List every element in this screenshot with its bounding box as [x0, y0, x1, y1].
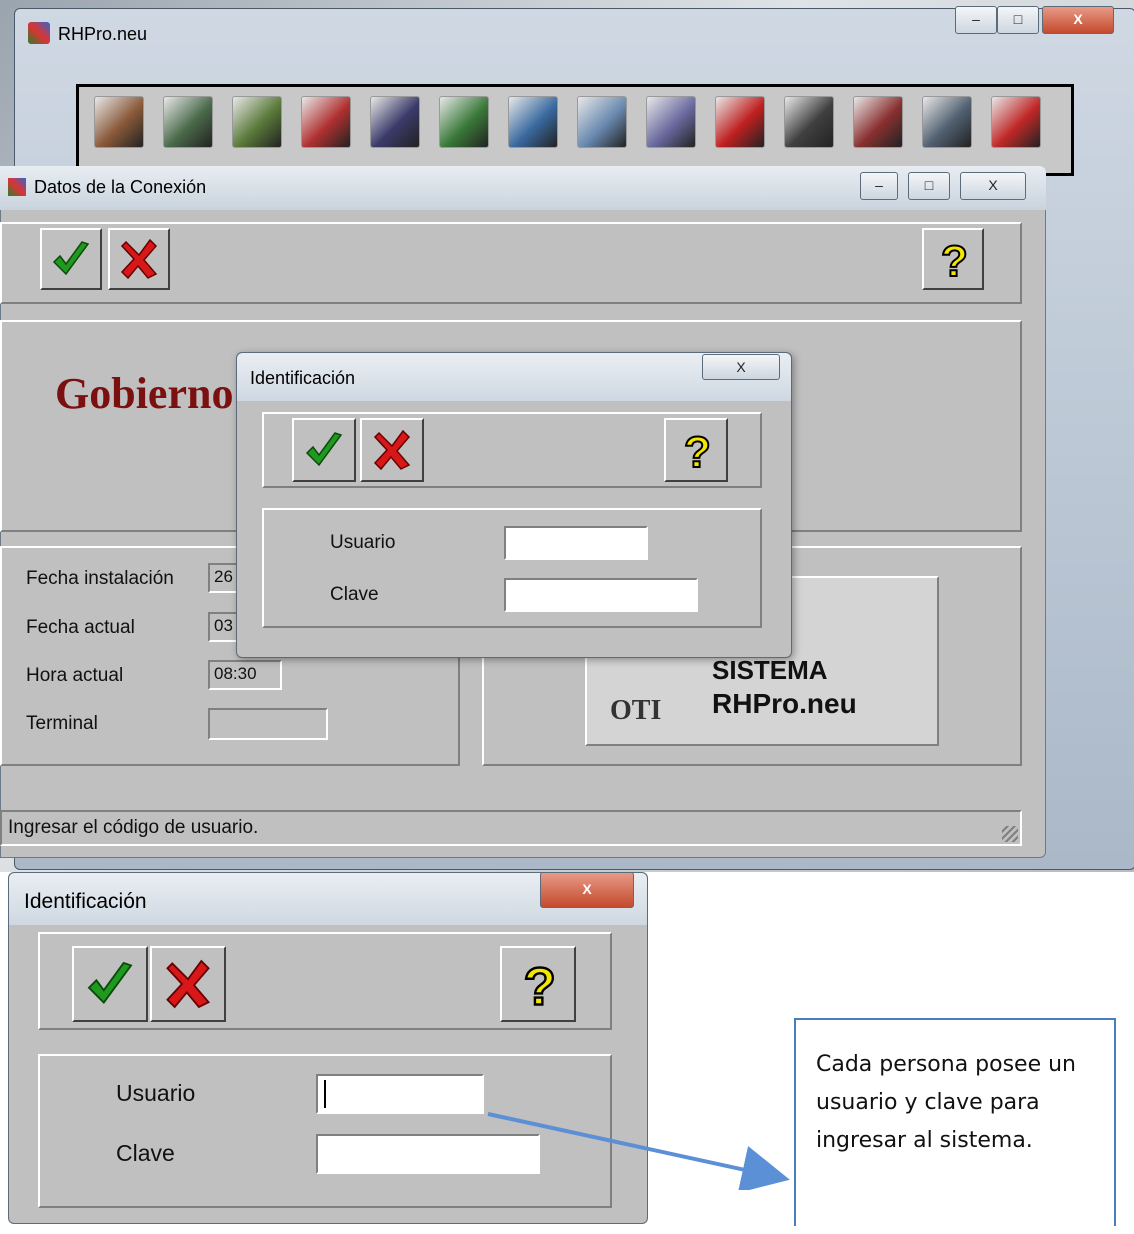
- text-cursor: [324, 1080, 326, 1108]
- maximize-button[interactable]: □: [997, 6, 1039, 34]
- check-icon: [305, 432, 343, 467]
- money-bag-icon[interactable]: [439, 96, 489, 148]
- runner-icon[interactable]: [508, 96, 558, 148]
- check-icon: [52, 241, 90, 276]
- conexion-icon: [8, 178, 26, 196]
- usuario-zoom-label: Usuario: [116, 1080, 196, 1106]
- identificacion-close-button[interactable]: X: [702, 354, 780, 380]
- conexion-title: Datos de la Conexión: [34, 177, 207, 197]
- terminal-label: Terminal: [26, 713, 98, 734]
- minimize-button[interactable]: –: [955, 6, 997, 34]
- identificacion-zoom-close-button[interactable]: X: [540, 872, 634, 908]
- close-button[interactable]: X: [1042, 6, 1114, 34]
- identificacion-accept-button[interactable]: [292, 418, 356, 482]
- certificate-icon[interactable]: [646, 96, 696, 148]
- help-question-icon: ?: [683, 427, 712, 473]
- accept-button[interactable]: [40, 228, 102, 290]
- computer-transfer-icon[interactable]: [922, 96, 972, 148]
- identificacion-help-button[interactable]: ?: [664, 418, 728, 482]
- help-button[interactable]: ?: [922, 228, 984, 290]
- conexion-close-button[interactable]: X: [960, 172, 1026, 200]
- logo-line2: RHPro.neu: [712, 688, 857, 719]
- exit-door-icon[interactable]: [94, 96, 144, 148]
- hora-actual-label: Hora actual: [26, 665, 124, 686]
- help-question-icon: ?: [940, 236, 969, 282]
- calendar-icon[interactable]: [853, 96, 903, 148]
- x-icon: [166, 959, 211, 1009]
- callout-text: Cada persona posee un usuario y clave pa…: [816, 1052, 1077, 1153]
- usuario-label: Usuario: [330, 532, 396, 553]
- identificacion-zoom-title: Identificación: [24, 890, 147, 913]
- cellphone-icon[interactable]: [784, 96, 834, 148]
- svg-text:?: ?: [941, 237, 968, 282]
- help-question-icon: ?: [522, 956, 557, 1013]
- superman-shield-icon[interactable]: [991, 96, 1041, 148]
- usuario-zoom-input[interactable]: [316, 1074, 484, 1114]
- app-icon: [28, 22, 50, 44]
- chart-arrows-icon[interactable]: [715, 96, 765, 148]
- x-icon: [120, 238, 158, 280]
- logo-line1: SISTEMA: [712, 655, 828, 685]
- clave-label: Clave: [330, 584, 379, 605]
- check-icon: [87, 961, 133, 1004]
- logo-org: OTI: [610, 695, 662, 726]
- terminal-field: [208, 708, 328, 740]
- identificacion-zoom-help-button[interactable]: ?: [500, 946, 576, 1022]
- x-icon: [373, 429, 411, 471]
- teacher-icon[interactable]: [370, 96, 420, 148]
- identificacion-title: Identificación: [250, 368, 356, 388]
- clave-input[interactable]: [504, 578, 698, 612]
- identificacion-zoom-cancel-button[interactable]: [150, 946, 226, 1022]
- conexion-maximize-button[interactable]: □: [908, 172, 950, 200]
- clave-zoom-label: Clave: [116, 1140, 175, 1166]
- svg-text:?: ?: [524, 957, 556, 1013]
- callout-arrow: [487, 1112, 790, 1190]
- resize-grip-icon[interactable]: [1002, 826, 1018, 842]
- conexion-minimize-button[interactable]: –: [860, 172, 898, 200]
- filing-cabinet-icon[interactable]: [163, 96, 213, 148]
- identificacion-zoom-accept-button[interactable]: [72, 946, 148, 1022]
- svg-text:?: ?: [684, 428, 711, 473]
- ambulance-icon[interactable]: [577, 96, 627, 148]
- hora-actual-field: 08:30: [208, 660, 282, 690]
- main-window-title: RHPro.neu: [58, 24, 148, 44]
- usuario-input[interactable]: [504, 526, 648, 560]
- fecha-actual-label: Fecha actual: [26, 617, 135, 638]
- soldier-icon[interactable]: [232, 96, 282, 148]
- medical-kit-icon[interactable]: [301, 96, 351, 148]
- cancel-button[interactable]: [108, 228, 170, 290]
- identificacion-cancel-button[interactable]: [360, 418, 424, 482]
- status-text: Ingresar el código de usuario.: [8, 817, 259, 838]
- fecha-instalacion-label: Fecha instalación: [26, 568, 174, 589]
